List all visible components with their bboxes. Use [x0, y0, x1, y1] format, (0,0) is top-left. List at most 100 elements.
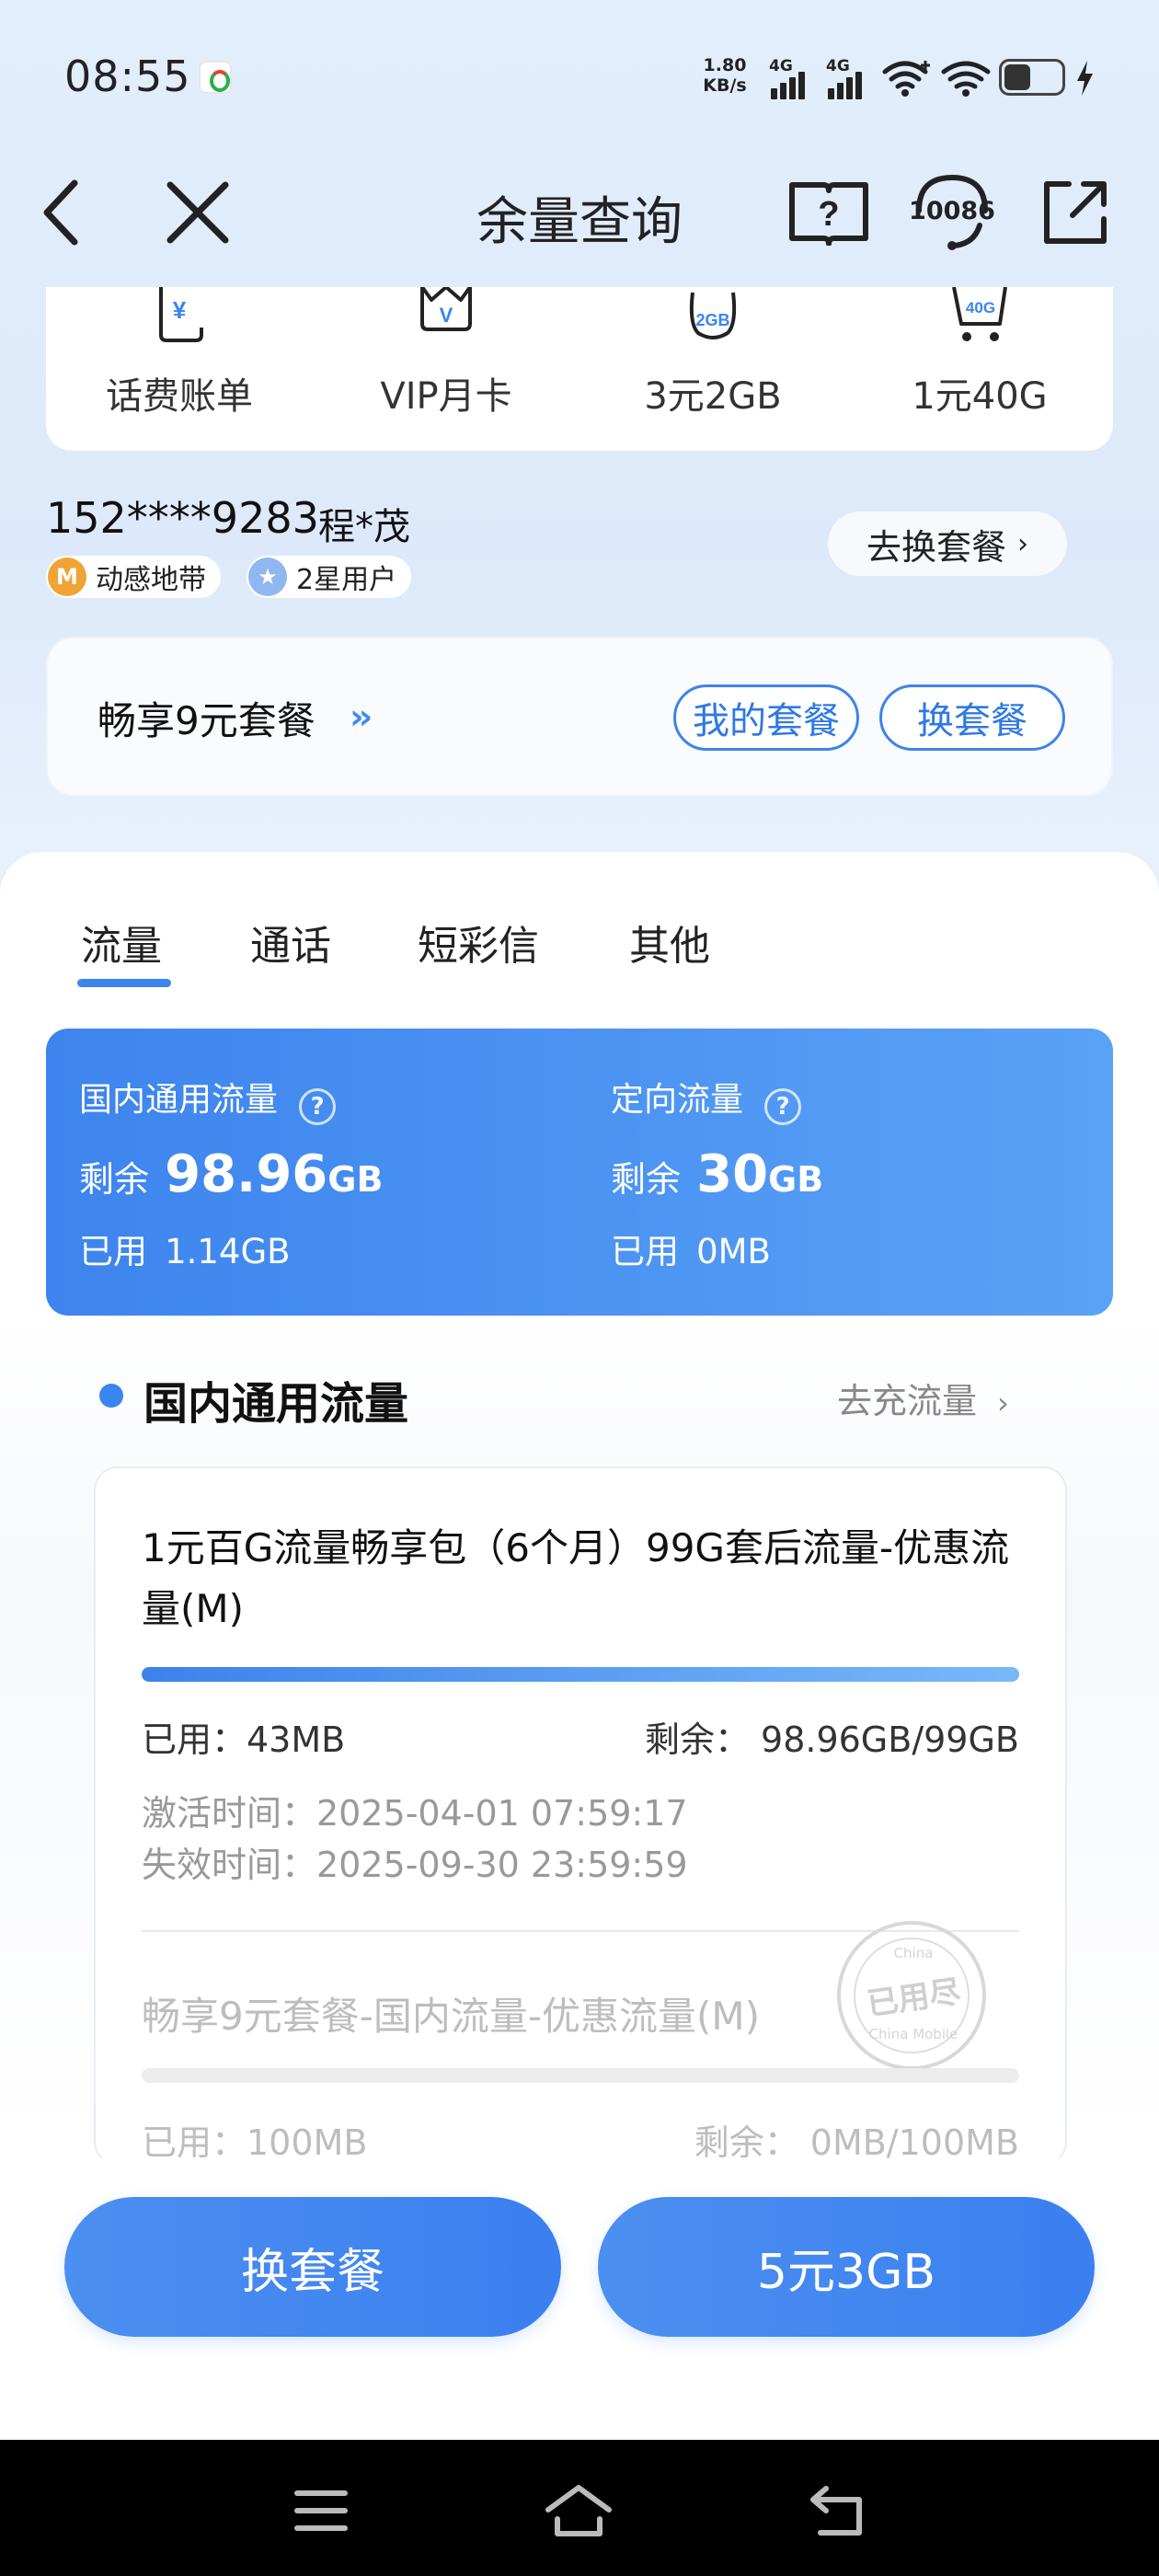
directed-data-summary: 定向流量 ?	[611, 1073, 802, 1125]
package-progress-bar	[142, 1667, 1019, 1682]
stamp-sub-text: China Mobile	[868, 2026, 958, 2042]
section-bullet	[99, 1384, 123, 1408]
used-label: 已用	[611, 1232, 679, 1271]
shortcut-label: 3元2GB	[644, 375, 782, 418]
tab-data[interactable]: 流量	[81, 913, 162, 972]
share-icon	[1044, 181, 1107, 244]
user-name: 程*茂	[318, 506, 410, 548]
cart-icon-glyph: 40G	[966, 299, 995, 316]
package-name: 畅享9元套餐-国内流量-优惠流量(M)	[142, 1994, 761, 2039]
back-button[interactable]	[13, 162, 114, 263]
brand-badge: M 动感地带	[46, 556, 221, 598]
help-icon[interactable]: ?	[764, 1087, 802, 1125]
battery-icon	[999, 59, 1065, 96]
data-pack-icon-glyph: 2GB	[695, 311, 729, 329]
change-plan-cta-button[interactable]: 换套餐	[64, 2197, 561, 2337]
directed-data-remain: 剩余 30GB	[611, 1144, 823, 1204]
network-speed-value: 1.80	[703, 55, 747, 75]
used-value: 1.14GB	[165, 1232, 291, 1271]
shortcut-1yuan-40g[interactable]: 40G 1元40G	[846, 287, 1113, 451]
book-question-icon: ?	[789, 182, 868, 246]
back-icon	[810, 2486, 862, 2536]
star-icon: ★	[248, 558, 287, 596]
shortcut-label: 话费账单	[106, 375, 253, 418]
chevron-right-icon: ›	[1017, 527, 1028, 560]
signal-label: 4G	[769, 57, 793, 75]
used-up-stamp: China 已用尽 China Mobile	[837, 1921, 986, 2070]
help-icon[interactable]: ?	[299, 1087, 337, 1125]
tab-active-indicator	[77, 979, 171, 987]
buy-5yuan-3gb-button[interactable]: 5元3GB	[598, 2197, 1095, 2337]
change-plan-link-label: 去换套餐	[866, 526, 1006, 568]
package-remain: 剩余： 98.96GB/99GB	[644, 1719, 1019, 1760]
package-progress-bar	[142, 2068, 1019, 2083]
change-plan-link[interactable]: 去换套餐 ›	[828, 512, 1067, 576]
close-icon	[166, 181, 229, 244]
share-button[interactable]	[1025, 162, 1126, 263]
package-remain: 剩余： 0MB/100MB	[694, 2122, 1019, 2163]
level-badge: ★ 2星用户	[247, 556, 412, 598]
sim-carrier-icon	[199, 61, 232, 94]
level-badge-label: 2星用户	[296, 564, 397, 596]
remain-unit: GB	[327, 1159, 384, 1200]
tab-calls[interactable]: 通话	[250, 913, 331, 972]
shortcut-label: 1元40G	[912, 375, 1048, 418]
recharge-data-link[interactable]: 去充流量 ›	[837, 1373, 1009, 1423]
remain-unit: GB	[768, 1159, 824, 1200]
remain-label: 剩余	[79, 1159, 150, 1200]
plan-name[interactable]: 畅享9元套餐	[98, 690, 316, 746]
shortcut-label: VIP月卡	[380, 375, 512, 418]
home-icon	[545, 2485, 612, 2536]
remain-label: 剩余	[611, 1159, 682, 1200]
bill-icon-glyph: ¥	[173, 296, 187, 324]
double-chevron-right-icon[interactable]: ››	[350, 696, 373, 737]
directed-data-used: 已用 0MB	[611, 1224, 771, 1273]
help-button[interactable]: ?	[778, 162, 879, 263]
shortcut-bill[interactable]: ¥ 话费账单	[46, 287, 313, 451]
tab-other[interactable]: 其他	[629, 913, 710, 972]
chevron-left-icon	[43, 179, 78, 246]
general-data-title: 国内通用流量	[79, 1081, 279, 1119]
close-button[interactable]	[147, 162, 248, 263]
general-data-remain: 剩余 98.96GB	[79, 1144, 383, 1204]
vip-crown-icon: V	[420, 287, 472, 331]
change-plan-button[interactable]: 换套餐	[879, 684, 1065, 751]
used-value: 0MB	[696, 1232, 771, 1271]
svg-text:?: ?	[818, 195, 839, 234]
menu-icon	[294, 2490, 348, 2531]
stamp-top-text: China	[893, 1945, 934, 1961]
network-speed: 1.80 KB/s	[697, 55, 752, 96]
general-data-summary: 国内通用流量 ?	[79, 1073, 337, 1125]
brand-badge-label: 动感地带	[96, 564, 206, 596]
package-used: 已用：43MB	[142, 1719, 346, 1760]
status-time: 08:55	[64, 52, 191, 101]
remain-value: 30	[696, 1144, 769, 1204]
package-name: 1元百G流量畅享包（6个月）99G套后流量-优惠流量(M)	[142, 1525, 1010, 1631]
tab-sms-mms[interactable]: 短彩信	[418, 913, 539, 972]
wifi-icon	[941, 61, 991, 97]
bill-icon: ¥	[159, 287, 203, 342]
shortcut-vip-card[interactable]: V VIP月卡	[313, 287, 580, 451]
recharge-data-label: 去充流量	[837, 1381, 978, 1421]
cart-icon: 40G	[952, 287, 1007, 341]
menu-button[interactable]	[280, 2469, 362, 2552]
general-data-used: 已用 1.14GB	[79, 1224, 291, 1273]
back-nav-button[interactable]	[797, 2469, 879, 2552]
brand-badge-icon: M	[48, 558, 86, 596]
signal-4g-icon: 4G	[767, 57, 813, 99]
home-button[interactable]	[537, 2469, 620, 2552]
customer-service-button[interactable]: 10086	[901, 162, 1003, 263]
phone-number: 152****9283	[46, 493, 319, 543]
network-speed-unit: KB/s	[703, 75, 747, 96]
my-plan-button[interactable]: 我的套餐	[673, 684, 859, 751]
page-title: 余量查询	[476, 192, 683, 252]
used-label: 已用	[79, 1232, 147, 1271]
package-expiry-time: 失效时间：2025-09-30 23:59:59	[142, 1845, 688, 1885]
chevron-right-icon: ›	[997, 1386, 1009, 1420]
package-used: 已用：100MB	[142, 2122, 368, 2163]
vip-icon-glyph: V	[440, 304, 453, 327]
package-activation-time: 激活时间：2025-04-01 07:59:17	[142, 1793, 688, 1834]
section-title: 国内通用流量	[143, 1378, 409, 1430]
shortcut-3yuan-2gb[interactable]: 2GB 3元2GB	[580, 287, 846, 451]
signal-label: 4G	[826, 57, 850, 75]
